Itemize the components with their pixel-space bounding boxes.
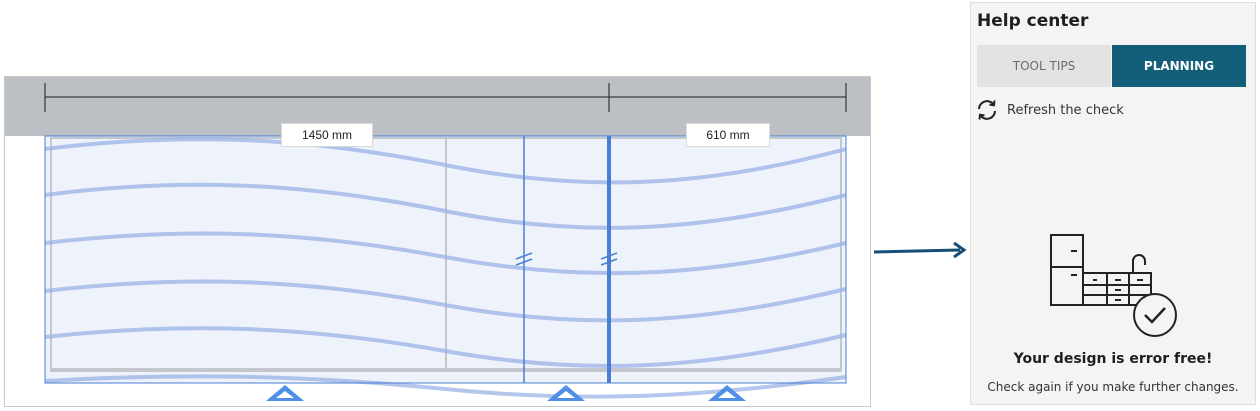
tab-planning[interactable]: PLANNING (1112, 45, 1246, 87)
dimension-label-left[interactable]: 1450 mm (281, 123, 373, 147)
status-message: Check again if you make further changes. (987, 380, 1239, 394)
refresh-check-button[interactable]: Refresh the check (975, 97, 1124, 123)
dimension-label-right[interactable]: 610 mm (686, 123, 770, 147)
status-title: Your design is error free! (1013, 351, 1213, 367)
handle-triangle (266, 385, 304, 401)
dimension-lines (44, 83, 847, 112)
refresh-label: Refresh the check (1007, 102, 1124, 118)
help-center-panel: Help center TOOL TIPS PLANNING Refresh t… (970, 2, 1256, 405)
planning-canvas[interactable]: 1450 mm 610 mm (4, 76, 871, 407)
handle-triangle (547, 385, 585, 401)
tab-tool-tips[interactable]: TOOL TIPS (977, 45, 1111, 87)
kitchen-check-icon (1050, 234, 1177, 337)
arrow-right-icon (873, 241, 967, 259)
panel-title: Help center (977, 11, 1089, 31)
refresh-icon (978, 100, 996, 120)
